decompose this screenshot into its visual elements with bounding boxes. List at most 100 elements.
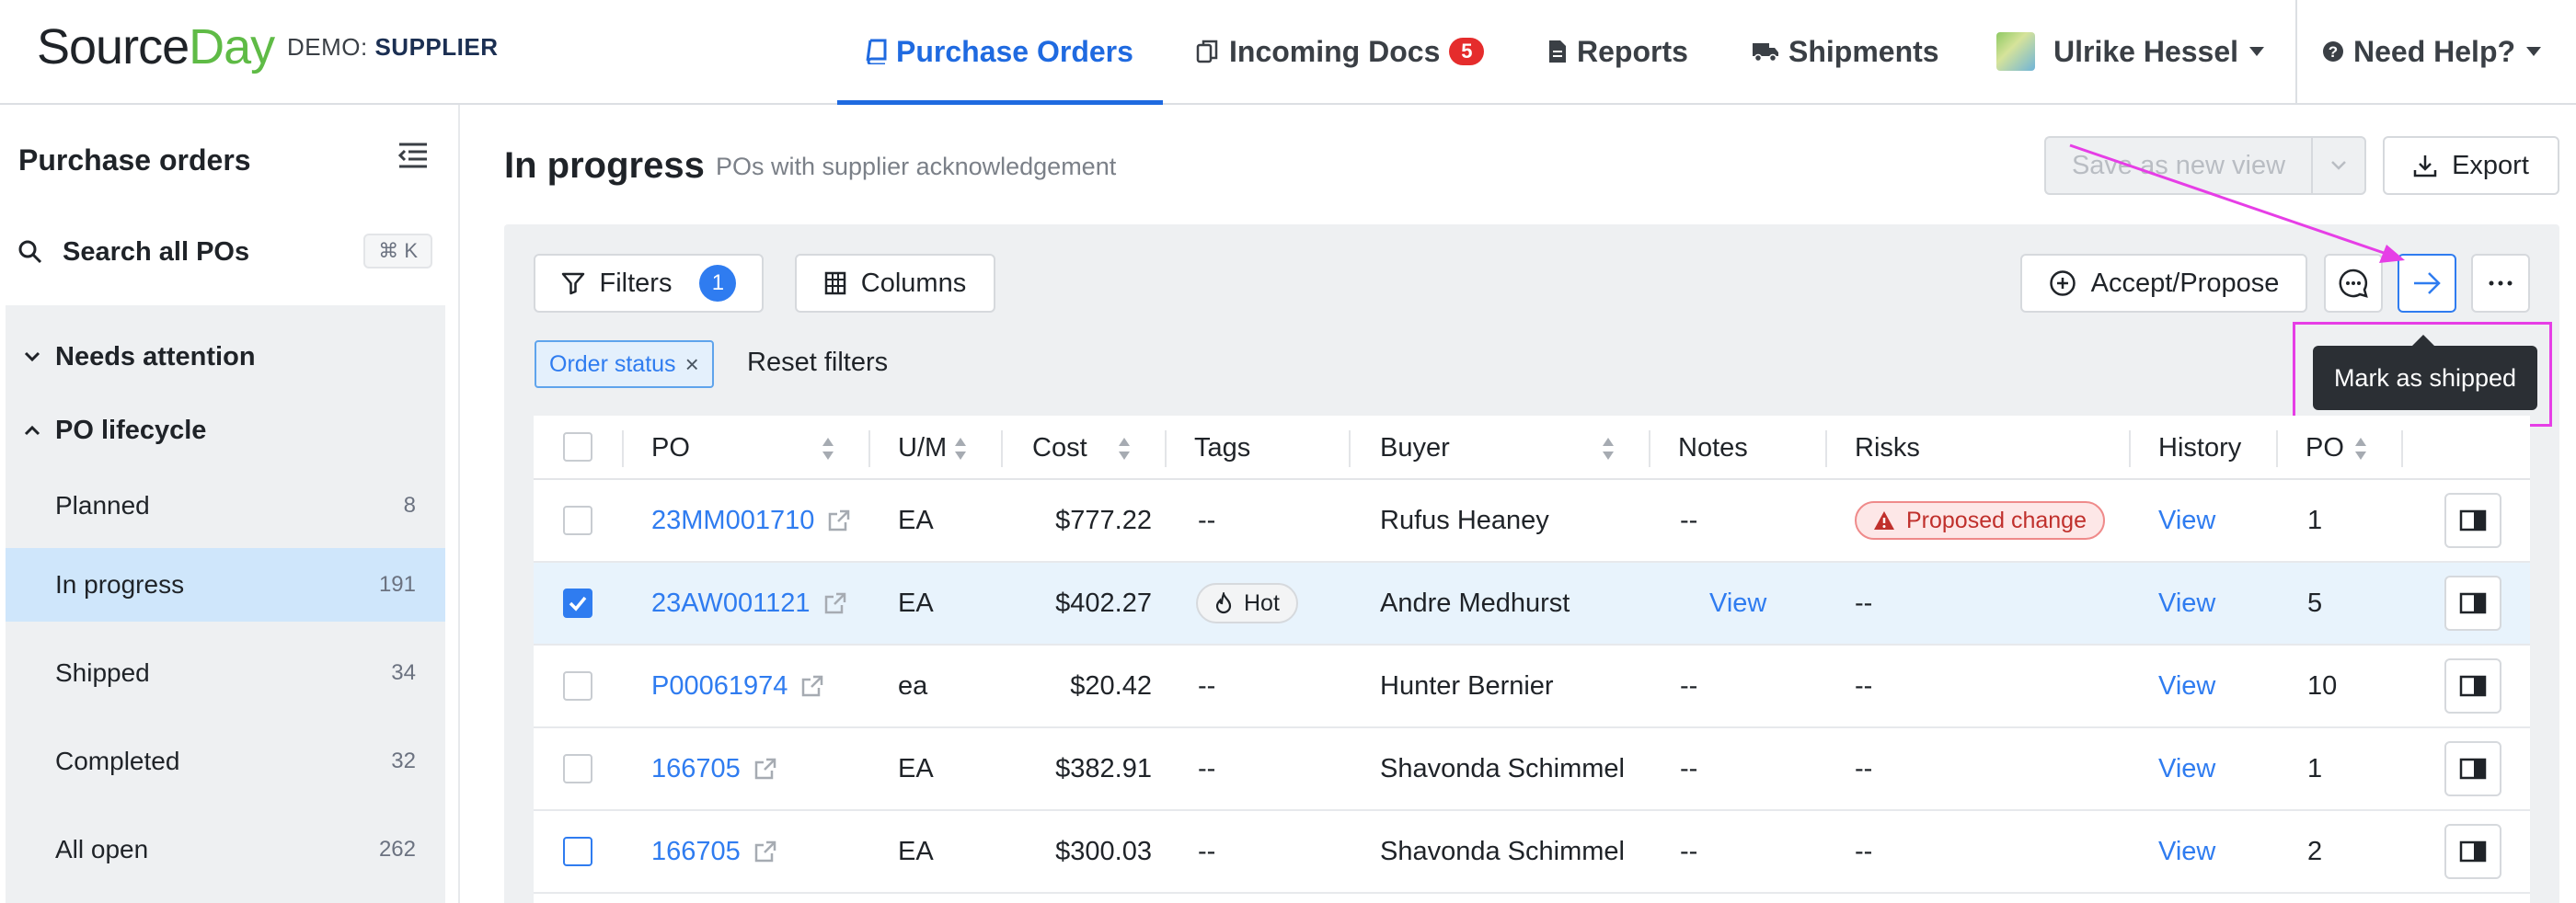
table-row[interactable]: P00061974 ea $20.42 -- Hunter Bernier --… [534,646,2530,728]
side-panel-icon [2459,509,2487,532]
accept-propose-button[interactable]: Accept/Propose [2020,254,2307,313]
collapse-sidebar-icon[interactable] [397,142,429,169]
notes-view-link[interactable]: View [1709,563,1766,644]
save-view-dropdown-button[interactable] [2311,136,2366,195]
sidebar-item-count: 8 [403,493,416,518]
open-side-panel-button[interactable] [2444,741,2501,796]
column-header-notes[interactable]: Notes [1678,416,1748,480]
side-panel-icon [2459,675,2487,697]
row-checkbox[interactable] [563,837,592,866]
user-menu[interactable]: Ulrike Hessel [1996,0,2265,103]
purchase-orders-table: PO U/M Cost Tags Buyer Notes Risks Histo… [534,416,2530,903]
column-header-um[interactable]: U/M [898,416,947,480]
nav-reports[interactable]: Reports [1547,0,1688,103]
filters-count-badge: 1 [699,265,737,302]
column-header-risks[interactable]: Risks [1855,416,1920,480]
columns-button[interactable]: Columns [795,254,995,313]
message-button[interactable] [2324,254,2383,313]
caret-down-icon [2249,47,2265,56]
external-link-icon[interactable] [827,509,851,532]
external-link-icon[interactable] [753,757,777,781]
row-checkbox[interactable] [563,589,592,618]
export-button[interactable]: Export [2383,136,2559,195]
book-icon [865,39,887,64]
need-help-label: Need Help? [2353,34,2516,68]
tags-cell: -- [1198,836,1216,866]
mark-as-shipped-button[interactable] [2398,254,2456,313]
filters-button[interactable]: Filters 1 [534,254,764,313]
column-header-history[interactable]: History [2158,416,2241,480]
row-checkbox[interactable] [563,754,592,783]
row-checkbox[interactable] [563,671,592,701]
history-view-link[interactable]: View [2158,480,2215,561]
risks-cell: -- [1855,836,1873,866]
sidebar-item-shipped[interactable]: Shipped 34 [6,636,445,710]
sidebar-item-count: 34 [391,660,416,685]
po-number-link[interactable]: P00061974 [651,671,788,702]
select-all-checkbox[interactable] [563,432,592,462]
sidebar-item-in-progress[interactable]: In progress 191 [6,548,445,622]
sidebar-item-planned[interactable]: Planned 8 [6,469,445,543]
sort-icon[interactable] [953,436,968,462]
save-as-new-view-button[interactable]: Save as new view [2044,136,2311,195]
search-all-pos[interactable]: Search all POs ⌘ K [18,232,432,272]
column-header-tags[interactable]: Tags [1194,416,1250,480]
sort-icon[interactable] [2353,436,2368,462]
column-header-cost[interactable]: Cost [1032,416,1087,480]
documents-icon [1196,39,1220,64]
more-actions-button[interactable] [2471,254,2530,313]
open-side-panel-button[interactable] [2444,576,2501,631]
nav-shipments[interactable]: Shipments [1752,0,1939,103]
nav-incoming-docs[interactable]: Incoming Docs 5 [1196,0,1485,103]
ellipsis-icon [2488,280,2513,287]
open-side-panel-button[interactable] [2444,658,2501,714]
po-number-link[interactable]: 23MM001710 [651,506,814,536]
sidebar-item-completed[interactable]: Completed 32 [6,725,445,798]
po-number-link[interactable]: 166705 [651,754,741,784]
external-link-icon[interactable] [753,840,777,863]
nav-purchase-orders[interactable]: Purchase Orders [865,0,1133,103]
tags-cell: -- [1198,753,1216,783]
sidebar-item-all-open[interactable]: All open 262 [6,813,445,886]
sort-icon[interactable] [1117,436,1132,462]
risk-badge[interactable]: Proposed change [1855,501,2105,540]
history-view-link[interactable]: View [2158,563,2215,644]
incoming-docs-count-badge: 5 [1449,38,1485,65]
table-row[interactable]: 166705 EA $300.03 -- Shavonda Schimmel -… [534,811,2530,894]
external-link-icon[interactable] [800,674,824,698]
open-side-panel-button[interactable] [2444,493,2501,548]
sort-icon[interactable] [821,436,835,462]
po-number-link[interactable]: 23AW001121 [651,589,811,619]
history-view-link[interactable]: View [2158,811,2215,892]
need-help-menu[interactable]: ? Need Help? [2322,0,2542,103]
table-row[interactable]: 23AW001121 EA $402.27 Hot Andre Medhurst… [534,563,2530,646]
po-number-link[interactable]: 166705 [651,837,741,867]
group-po-lifecycle[interactable]: PO lifecycle [24,410,206,451]
sort-icon[interactable] [1601,436,1616,462]
cost-cell: $20.42 [1070,670,1152,701]
close-icon[interactable]: × [685,350,699,379]
external-link-icon[interactable] [823,591,847,615]
group-needs-attention[interactable]: Needs attention [24,337,256,377]
cost-cell: $382.91 [1055,753,1152,783]
history-view-link[interactable]: View [2158,646,2215,726]
history-view-link[interactable]: View [2158,728,2215,809]
po-number-cell: 166705 [651,728,777,809]
reset-filters-button[interactable]: Reset filters [747,348,888,378]
column-separator [1825,430,1827,467]
order-status-filter-chip[interactable]: Order status × [535,340,714,388]
sourceday-logo[interactable]: SourceDay [37,18,275,75]
truck-icon [1752,40,1779,63]
column-header-po[interactable]: PO [651,416,690,480]
po-number-cell: 23AW001121 [651,563,847,644]
column-header-buyer[interactable]: Buyer [1380,416,1450,480]
open-side-panel-button[interactable] [2444,824,2501,879]
column-header-po-line[interactable]: PO [2306,416,2344,480]
row-checkbox[interactable] [563,506,592,535]
table-row[interactable]: 166705 EA $382.91 -- Shavonda Schimmel -… [534,728,2530,811]
plus-circle-icon [2049,269,2076,297]
table-row[interactable]: 23MM001710 EA $777.22 -- Rufus Heaney --… [534,480,2530,563]
sidebar-item-count: 32 [391,749,416,773]
tag-hot[interactable]: Hot [1196,583,1298,623]
side-panel-icon [2459,840,2487,863]
